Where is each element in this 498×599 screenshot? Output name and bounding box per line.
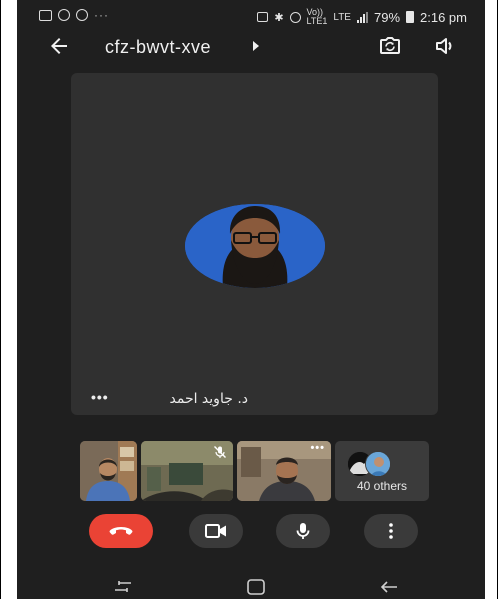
more-dots: ••• (91, 389, 109, 405)
arrow-left-icon (51, 38, 67, 54)
speaker-icon (436, 38, 452, 54)
chevron-right-icon[interactable] (253, 41, 259, 51)
thumbnail-more-button[interactable]: ••• (310, 442, 325, 454)
meeting-top-bar: cfz-bwvt-xve (17, 30, 485, 64)
participant-thumbnail[interactable] (80, 441, 137, 501)
speaker-button[interactable] (433, 34, 457, 58)
screenshot-icon (257, 12, 269, 22)
camera-toggle-button[interactable] (189, 514, 243, 548)
avatar-image (366, 452, 390, 476)
app-notification-icon (58, 9, 70, 21)
home-icon (247, 579, 265, 595)
participant-avatar (185, 204, 325, 288)
participant-name: د. جاوید احمد (169, 391, 249, 407)
battery-percent: 79% (373, 9, 401, 25)
participant-thumbnail[interactable] (141, 441, 233, 501)
participant-video (80, 441, 137, 501)
avatar (365, 451, 391, 477)
gallery-notification-icon (39, 9, 52, 21)
end-call-button[interactable] (89, 514, 153, 548)
home-button[interactable] (246, 578, 266, 596)
switch-camera-icon (380, 37, 400, 54)
switch-camera-button[interactable] (377, 34, 403, 58)
android-nav-bar (17, 572, 485, 599)
bluetooth-icon: ✱ (274, 11, 284, 24)
participant-photo (185, 204, 325, 288)
status-right: ✱ Vo)) LTE1 LTE 79% 2:16 pm (257, 8, 467, 26)
signal-icon (356, 11, 368, 23)
volte-bottom: LTE1 (306, 16, 328, 26)
recent-apps-icon (115, 581, 131, 592)
participant-thumbnail[interactable]: ••• (237, 441, 331, 501)
main-participant-tile[interactable]: ••• د. جاوید احمد (71, 73, 438, 415)
others-avatars (347, 451, 417, 477)
microphone-icon (296, 523, 310, 539)
mic-off-icon (214, 446, 226, 458)
others-count: 40 others (356, 479, 408, 493)
recent-apps-button[interactable] (113, 578, 133, 596)
status-bar: ··· ✱ Vo)) LTE1 LTE 79% 2:16 pm (17, 0, 485, 30)
back-button[interactable] (47, 34, 71, 58)
app-notification-icon-2 (76, 9, 88, 21)
lte-label: LTE (333, 11, 351, 23)
clock: 2:16 pm (420, 9, 467, 25)
alarm-icon (289, 11, 301, 23)
call-controls (17, 514, 485, 548)
phone-screen: ··· ✱ Vo)) LTE1 LTE 79% 2:16 pm cfz-bwvt… (17, 0, 485, 599)
mic-toggle-button[interactable] (276, 514, 330, 548)
phone-hangup-icon (109, 527, 133, 535)
others-tile[interactable]: 40 others (335, 441, 429, 501)
more-notifications-dots: ··· (94, 8, 109, 22)
nav-back-button[interactable] (379, 578, 399, 596)
back-arrow-icon (380, 581, 397, 593)
video-camera-icon (205, 524, 226, 538)
meeting-code[interactable]: cfz-bwvt-xve (105, 37, 211, 58)
battery-icon (406, 11, 415, 23)
more-vertical-icon (389, 523, 393, 539)
more-options-button[interactable] (364, 514, 418, 548)
status-left: ··· (39, 8, 109, 22)
volte-indicator: Vo)) LTE1 (307, 8, 328, 26)
participant-thumbnails: ••• 40 others (80, 441, 429, 501)
